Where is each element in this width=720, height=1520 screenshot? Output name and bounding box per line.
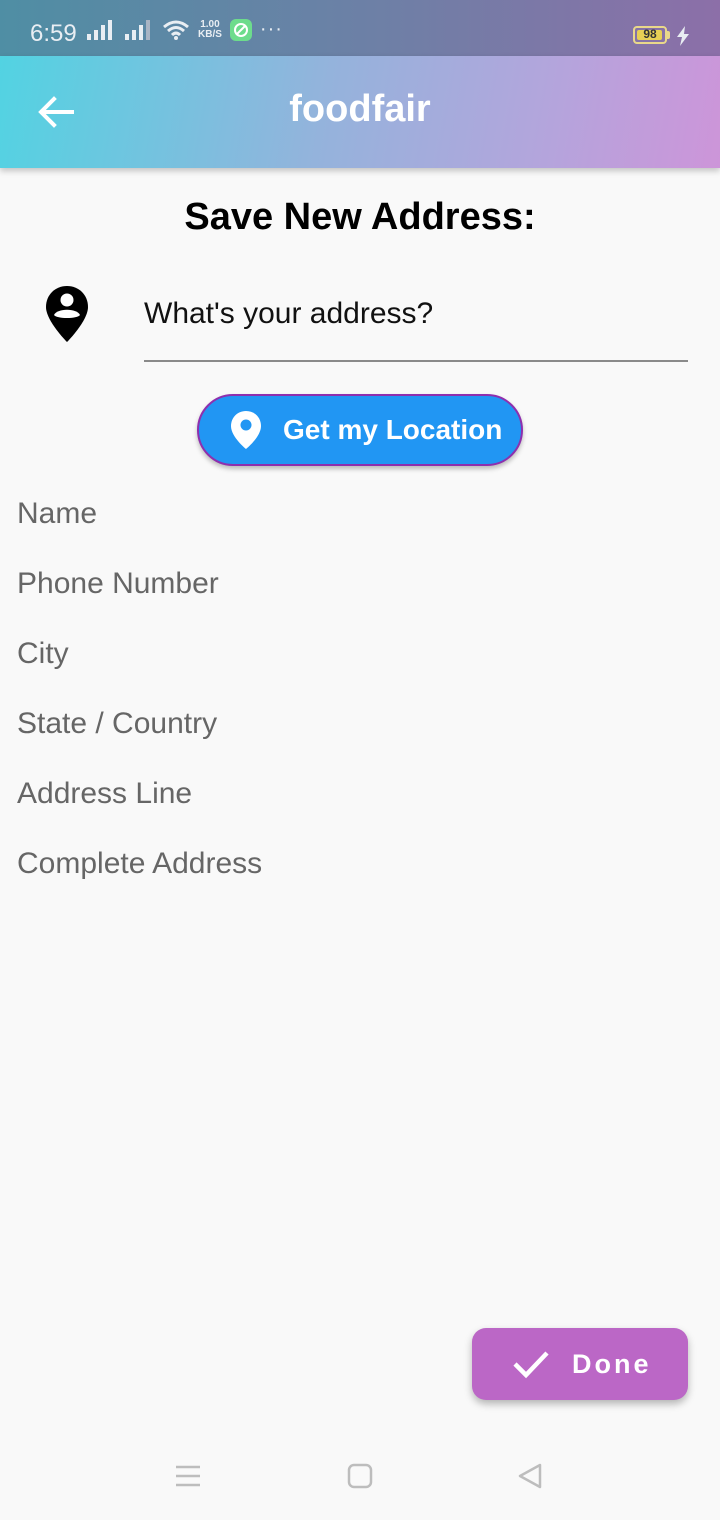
address-search-field[interactable] [144, 290, 688, 362]
network-speed: 1.00 KB/S [198, 18, 222, 40]
signal-icon-2 [125, 19, 150, 40]
complete-address-input[interactable] [17, 836, 697, 892]
done-label: Done [572, 1348, 652, 1379]
app-title: foodfair [289, 88, 431, 130]
city-input[interactable] [17, 626, 697, 682]
charging-icon [677, 26, 689, 46]
complete-address-field[interactable] [17, 836, 697, 892]
phone-number-input[interactable] [17, 556, 697, 612]
network-speed-value: 1.00 [200, 18, 220, 30]
get-location-button[interactable]: Get my Location [197, 394, 523, 466]
phone-number-field[interactable] [17, 556, 697, 612]
status-bar: 6:59 1.00 KB/S ··· 98 [0, 0, 720, 56]
system-navigation-bar [0, 1440, 720, 1520]
menu-icon[interactable] [174, 1462, 202, 1490]
state-country-field[interactable] [17, 696, 697, 752]
battery-tip [667, 31, 670, 39]
home-icon[interactable] [346, 1462, 374, 1490]
check-icon [513, 1351, 549, 1379]
name-input[interactable] [17, 486, 697, 542]
signal-icon [87, 19, 112, 40]
more-notifications-icon: ··· [259, 18, 283, 40]
city-field[interactable] [17, 626, 697, 682]
status-icons: 1.00 KB/S ··· [86, 18, 283, 41]
back-triangle-icon[interactable] [516, 1462, 544, 1490]
address-search-input[interactable] [144, 290, 688, 338]
status-time: 6:59 [30, 20, 77, 47]
person-pin-icon [46, 286, 88, 342]
battery-icon: 98 [633, 26, 667, 44]
done-button[interactable]: Done [472, 1328, 688, 1400]
battery-level: 98 [643, 27, 657, 41]
page-title: Save New Address: [184, 196, 536, 238]
app-notification-icon [229, 18, 252, 41]
state-country-input[interactable] [17, 696, 697, 752]
wifi-icon [163, 20, 189, 40]
address-line-field[interactable] [17, 766, 697, 822]
name-field[interactable] [17, 486, 697, 542]
network-speed-unit: KB/S [198, 28, 222, 40]
location-pin-icon [231, 411, 261, 449]
address-line-input[interactable] [17, 766, 697, 822]
get-location-label: Get my Location [283, 414, 503, 445]
app-bar: foodfair [0, 56, 720, 168]
